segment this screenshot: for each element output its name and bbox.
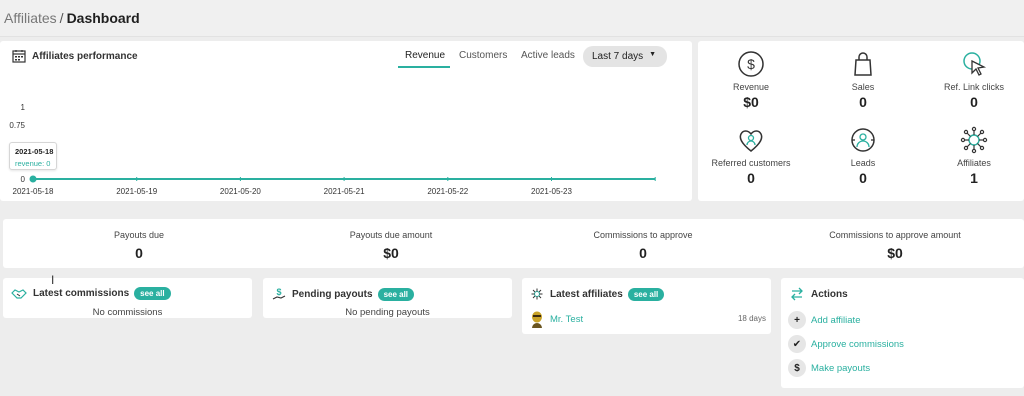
page-header: Affiliates / Dashboard — [0, 0, 1024, 37]
tooltip-value: revenue: 0 — [15, 159, 51, 168]
summary-payouts-due-amount: Payouts due amount $0 — [291, 230, 491, 261]
x-tick-label: 2021-05-21 — [323, 187, 365, 196]
stat-leads: Leads 0 — [813, 126, 913, 186]
actions-title: Actions — [789, 287, 848, 301]
affiliate-name-link[interactable]: Mr. Test — [550, 314, 583, 325]
avatar — [532, 311, 542, 328]
plus-icon: + — [788, 311, 806, 329]
breadcrumb-current: Dashboard — [66, 10, 140, 26]
date-range-value: Last 7 days — [592, 51, 644, 62]
x-tick-label: 2021-05-23 — [531, 187, 572, 196]
heart-user-icon — [739, 130, 763, 152]
dollar-icon: $ — [738, 51, 764, 77]
x-tick-label: 2021-05-20 — [219, 187, 261, 196]
user-target-icon — [851, 128, 875, 152]
see-all-affiliates-button[interactable]: see all — [627, 287, 665, 301]
affiliate-row[interactable]: Mr. Test 18 days — [530, 311, 766, 329]
x-tick-label: 2021-05-19 — [116, 187, 158, 196]
stat-affiliates: Affiliates 1 — [924, 126, 1024, 186]
stat-label: Revenue — [732, 82, 770, 92]
stat-revenue: $ Revenue $0 — [701, 50, 801, 110]
summary-value: $0 — [383, 245, 399, 261]
calendar-icon — [12, 50, 26, 63]
shopping-bag-icon — [854, 52, 872, 76]
breadcrumb-separator: / — [59, 10, 64, 26]
checkmark-icon: ✔ — [788, 335, 806, 353]
svg-text:$: $ — [276, 287, 281, 297]
add-affiliate-button[interactable]: + Add affiliate — [788, 311, 860, 329]
handshake-icon — [11, 288, 27, 299]
stat-label: Ref. Link clicks — [943, 82, 1005, 92]
stat-label: Affiliates — [957, 158, 991, 168]
chart-tooltip: 2021-05-18 revenue: 0 — [9, 142, 57, 170]
stat-referred-customers: Referred customers 0 — [701, 126, 801, 186]
network-icon — [960, 126, 988, 154]
tab-revenue[interactable]: Revenue — [405, 50, 445, 61]
summary-value: 0 — [639, 245, 647, 261]
stat-value: 0 — [859, 170, 867, 186]
stat-label: Sales — [851, 82, 875, 92]
breadcrumb: Affiliates / Dashboard — [4, 10, 140, 26]
action-label: Make payouts — [811, 362, 871, 374]
summary-commissions-to-approve: Commissions to approve 0 — [543, 230, 743, 261]
action-label: Approve commissions — [811, 338, 904, 350]
stat-value: $0 — [743, 94, 759, 110]
summary-value: $0 — [887, 245, 903, 261]
tooltip-date: 2021-05-18 — [15, 147, 54, 156]
see-all-payouts-button[interactable]: see all — [377, 287, 415, 301]
stat-value: 0 — [970, 94, 978, 110]
x-tick-label: 2021-05-18 — [12, 187, 54, 196]
no-pending-payouts-text: No pending payouts — [345, 307, 430, 318]
performance-title-text: Affiliates performance — [32, 50, 138, 62]
cursor-click-icon — [963, 52, 987, 76]
approve-commissions-button[interactable]: ✔ Approve commissions — [788, 335, 904, 353]
tab-active-leads[interactable]: Active leads — [521, 50, 575, 61]
summary-commissions-to-approve-amount: Commissions to approve amount $0 — [795, 230, 995, 261]
swap-arrows-icon — [791, 287, 803, 301]
latest-affiliates-label: Latest affiliates — [550, 288, 623, 300]
summary-label: Commissions to approve — [593, 230, 693, 240]
actions-label: Actions — [811, 288, 848, 300]
action-label: Add affiliate — [811, 314, 861, 326]
pending-payouts-title: $ Pending payouts see all — [272, 287, 415, 301]
stat-label: Referred customers — [711, 158, 791, 168]
summary-label: Payouts due — [113, 230, 165, 240]
active-tab-indicator — [398, 66, 450, 68]
revenue-chart — [29, 175, 656, 183]
performance-title: Affiliates performance — [12, 49, 138, 63]
make-payouts-button[interactable]: $ Make payouts — [788, 359, 870, 377]
tab-customers[interactable]: Customers — [459, 50, 507, 61]
stat-sales: Sales 0 — [813, 50, 913, 110]
stat-value: 1 — [970, 170, 978, 186]
caret-down-icon: ▼ — [649, 51, 656, 58]
network-icon — [531, 288, 543, 300]
affiliate-joined-ago: 18 days — [737, 314, 766, 323]
text-cursor-icon: I — [51, 273, 55, 287]
latest-commissions-title: Latest commissions see all — [11, 287, 171, 300]
latest-commissions-label: Latest commissions — [33, 288, 130, 299]
summary-payouts-due: Payouts due 0 — [39, 230, 239, 261]
stat-ref-link-clicks: Ref. Link clicks 0 — [924, 50, 1024, 110]
money-hand-icon: $ — [272, 287, 286, 300]
stat-value: 0 — [859, 94, 867, 110]
summary-value: 0 — [135, 245, 143, 261]
x-tick-label: 2021-05-22 — [427, 187, 469, 196]
breadcrumb-affiliates-link[interactable]: Affiliates — [4, 10, 57, 26]
no-commissions-text: No commissions — [92, 307, 163, 318]
see-all-commissions-button[interactable]: see all — [134, 287, 171, 300]
pending-payouts-label: Pending payouts — [292, 288, 373, 300]
stat-value: 0 — [747, 170, 755, 186]
stat-label: Leads — [850, 158, 876, 168]
latest-affiliates-title: Latest affiliates see all — [530, 287, 665, 301]
date-range-select[interactable]: Last 7 days ▼ — [583, 46, 667, 67]
dollar-icon: $ — [788, 359, 806, 377]
summary-label: Commissions to approve amount — [829, 230, 961, 240]
data-point[interactable] — [29, 175, 37, 183]
svg-text:$: $ — [747, 56, 755, 72]
summary-label: Payouts due amount — [349, 230, 433, 240]
